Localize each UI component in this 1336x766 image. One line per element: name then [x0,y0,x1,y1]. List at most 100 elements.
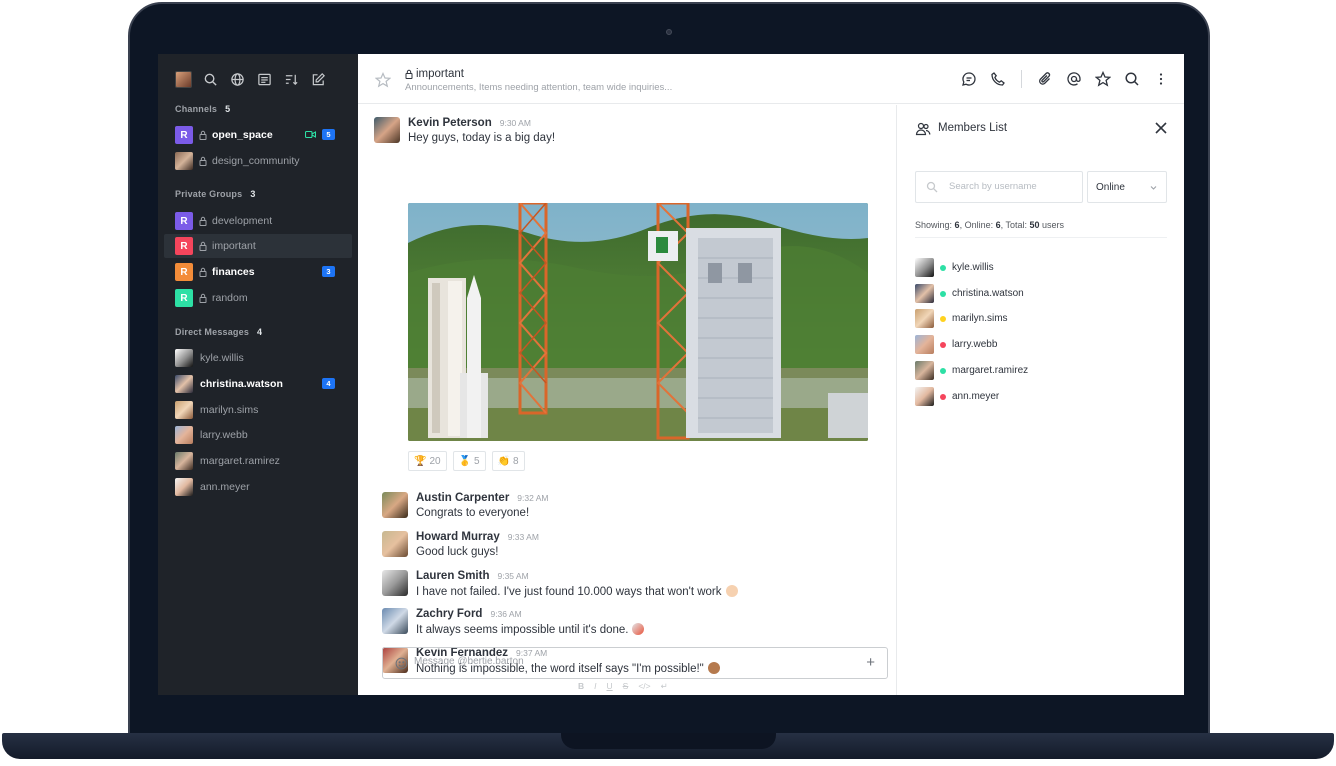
user-avatar[interactable] [382,608,408,634]
sidebar-item-finances[interactable]: R finances 3 [164,260,352,284]
code-format-button[interactable]: </> [638,681,650,692]
member-search [915,171,1083,203]
sidebar-item-label: christina.watson [200,378,283,390]
lock-icon [199,241,207,251]
sidebar-item-dm-ann-meyer[interactable]: ann.meyer [164,475,352,499]
bold-format-button[interactable]: B [578,681,584,692]
message-item[interactable]: Lauren Smith 9:35 AM I have not failed. I… [382,570,738,598]
status-filter-select[interactable]: Online [1087,171,1167,203]
my-avatar[interactable] [175,70,192,88]
dms-count: 4 [257,327,263,337]
sidebar: Channels 5 R open_space 5 design_communit… [158,54,358,695]
message-input[interactable] [414,656,854,667]
message-timestamp: 9:33 AM [507,532,539,542]
reaction-clap[interactable]: 👏 8 [491,451,525,471]
image-attachment[interactable] [408,203,868,441]
fist-emoji-icon [725,585,738,597]
reaction-medal[interactable]: 🥇 5 [452,451,486,471]
members-count-summary: Showing: 6, Online: 6, Total: 50 users [915,220,1065,230]
reaction-count: 20 [429,455,441,467]
message-item[interactable]: Howard Murray 9:33 AM Good luck guys! [382,531,539,558]
user-avatar [915,335,934,354]
search-icon[interactable] [201,70,219,88]
search-icon[interactable] [1123,70,1141,88]
unread-badge: 3 [322,266,335,277]
rocket-launch-image [408,203,868,441]
members-title: Members List [938,122,1008,134]
member-name: ann.meyer [952,391,1000,402]
user-avatar[interactable] [382,570,408,596]
member-item-christina-watson[interactable]: christina.watson [915,284,1024,303]
message-username[interactable]: Kevin Peterson [408,117,492,129]
message-timestamp: 9:36 AM [490,609,522,619]
reaction-count: 5 [474,455,480,467]
user-avatar [175,401,193,419]
newline-format-button[interactable]: ↵ [661,681,668,692]
edit-icon[interactable] [309,70,327,88]
user-avatar[interactable] [374,117,400,143]
busy-status-dot [940,341,946,348]
mention-icon[interactable] [1065,70,1083,88]
reaction-count: 8 [513,455,519,467]
groups-section-title: Private Groups 3 [175,189,256,199]
sidebar-item-open-space[interactable]: R open_space 5 [164,123,352,147]
plus-icon[interactable]: + [866,655,875,670]
sidebar-item-label: marilyn.sims [200,404,259,416]
sidebar-item-dm-christina-watson[interactable]: christina.watson 4 [164,372,352,396]
room-avatar [175,152,193,170]
strike-format-button[interactable]: S [623,681,629,692]
call-icon[interactable] [989,70,1007,88]
list-view-icon[interactable] [255,70,273,88]
emoji-picker-icon[interactable] [395,657,408,670]
user-avatar[interactable] [382,531,408,557]
close-icon[interactable] [1154,121,1168,135]
room-avatar: R [175,237,193,255]
sidebar-item-random[interactable]: R random [164,286,352,310]
message-username[interactable]: Zachry Ford [416,608,482,620]
unread-badge: 5 [322,129,335,140]
kebab-icon[interactable] [1152,70,1170,88]
sidebar-item-design-community[interactable]: design_community [164,149,352,173]
sidebar-item-dm-margaret-ramirez[interactable]: margaret.ramirez [164,449,352,473]
sidebar-item-important[interactable]: R important [164,234,352,258]
italic-format-button[interactable]: I [594,681,596,692]
room-header: important Announcements, Items needing a… [358,54,1184,104]
video-call-icon[interactable] [305,130,316,139]
member-item-kyle-willis[interactable]: kyle.willis [915,258,994,277]
favorite-star-icon[interactable] [375,72,391,88]
sidebar-item-dm-larry-webb[interactable]: larry.webb [164,423,352,447]
sidebar-item-label: open_space [212,129,273,141]
dms-title: Direct Messages [175,327,250,337]
sidebar-item-development[interactable]: R development [164,209,352,233]
reaction-trophy[interactable]: 🏆 20 [408,451,447,471]
clap-emoji-icon: 👏 [497,455,511,467]
message-item[interactable]: Zachry Ford 9:36 AM It always seems impos… [382,608,645,636]
directory-icon[interactable] [228,70,246,88]
message-username[interactable]: Howard Murray [416,531,500,543]
message-item[interactable]: Kevin Peterson 9:30 AM Hey guys, today is… [374,117,555,144]
channels-section-title: Channels 5 [175,104,230,114]
sidebar-item-label: kyle.willis [200,352,244,364]
message-username[interactable]: Lauren Smith [416,570,489,582]
discussion-icon[interactable] [960,70,978,88]
attachment-icon[interactable] [1036,70,1054,88]
message-text: Hey guys, today is a big day! [408,132,556,144]
unread-badge: 4 [322,378,335,389]
sort-icon[interactable] [282,70,300,88]
member-item-ann-meyer[interactable]: ann.meyer [915,387,999,406]
showing-count: 6 [954,220,960,230]
sidebar-item-dm-marilyn-sims[interactable]: marilyn.sims [164,398,352,422]
user-avatar[interactable] [382,492,408,518]
underline-format-button[interactable]: U [607,681,613,692]
member-search-input[interactable] [949,181,1079,192]
message-item[interactable]: Austin Carpenter 9:32 AM Congrats to ever… [382,492,548,519]
message-username[interactable]: Austin Carpenter [416,492,509,504]
sidebar-item-dm-kyle-willis[interactable]: kyle.willis [164,346,352,370]
sidebar-item-label: margaret.ramirez [200,455,280,467]
star-icon[interactable] [1094,70,1112,88]
member-item-larry-webb[interactable]: larry.webb [915,335,997,354]
lock-icon [199,267,207,277]
header-actions [949,70,1170,88]
member-item-marilyn-sims[interactable]: marilyn.sims [915,309,1008,328]
member-item-margaret-ramirez[interactable]: margaret.ramirez [915,361,1028,380]
